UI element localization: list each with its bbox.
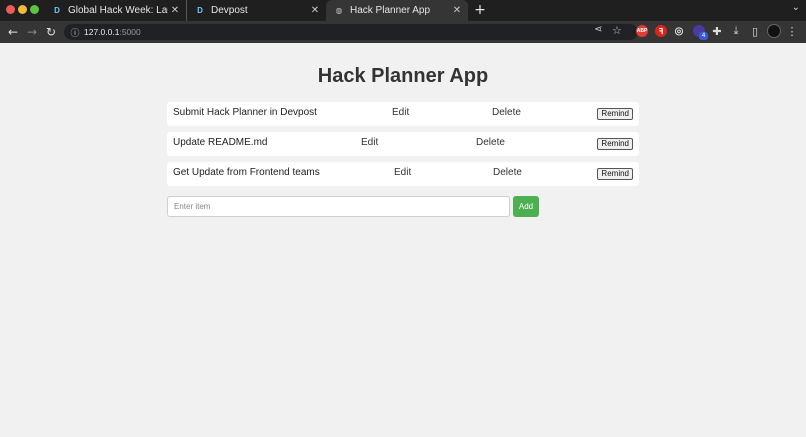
window-maximize-button[interactable] (30, 5, 39, 14)
share-icon[interactable]: ⋖ (594, 24, 606, 38)
extension-badge: 4 (699, 32, 708, 40)
pdf-extension-icon[interactable]: ꟻ (655, 25, 667, 37)
list-item: Update README.md Edit Delete Remind (167, 132, 639, 156)
tab-global-hack-week[interactable]: D Global Hack Week: Launch ✕ (44, 0, 186, 21)
glasses-extension-icon[interactable]: ◎ (673, 25, 685, 37)
item-text: Update README.md (173, 137, 268, 148)
browser-toolbar: ← → ↻ ⓘ 127.0.0.1:5000 (0, 21, 806, 43)
site-info-icon[interactable]: ⓘ (69, 26, 81, 39)
close-tab-icon[interactable]: ✕ (308, 4, 322, 18)
delete-button[interactable]: Delete (493, 167, 522, 178)
more-menu-icon[interactable]: ⋮ (785, 24, 799, 38)
window-close-button[interactable] (6, 5, 15, 14)
remind-button[interactable]: Remind (597, 108, 633, 120)
devpost-favicon-icon: D (54, 6, 60, 15)
address-bar[interactable]: ⓘ 127.0.0.1:5000 (64, 24, 638, 40)
chevron-down-icon[interactable]: ⌄ (792, 2, 800, 13)
add-button[interactable]: Add (513, 196, 539, 217)
devpost-favicon-icon: D (197, 6, 203, 15)
url-text: 127.0.0.1:5000 (84, 26, 141, 38)
list-item: Get Update from Frontend teams Edit Dele… (167, 162, 639, 186)
new-tab-button[interactable]: + (472, 2, 488, 18)
tab-title: Hack Planner App (350, 5, 431, 16)
tab-hack-planner-app[interactable]: ◍ Hack Planner App ✕ (326, 0, 468, 21)
edit-button[interactable]: Edit (361, 137, 378, 148)
item-text: Submit Hack Planner in Devpost (173, 107, 317, 118)
window-minimize-button[interactable] (18, 5, 27, 14)
remind-button[interactable]: Remind (597, 138, 633, 150)
url-port: :5000 (119, 27, 141, 37)
delete-button[interactable]: Delete (492, 107, 521, 118)
item-text: Get Update from Frontend teams (173, 167, 320, 178)
adblock-extension-icon[interactable]: ABP (636, 25, 648, 37)
tab-title: Global Hack Week: Launch (68, 5, 168, 16)
delete-button[interactable]: Delete (476, 137, 505, 148)
browser-tab-strip: D Global Hack Week: Launch ✕ D Devpost ✕… (0, 0, 806, 21)
reload-icon[interactable]: ↻ (43, 24, 59, 40)
bookmark-star-icon[interactable]: ☆ (612, 24, 624, 38)
profile-avatar[interactable] (767, 24, 781, 38)
back-arrow-icon[interactable]: ← (5, 24, 21, 40)
edit-button[interactable]: Edit (394, 167, 411, 178)
page-content: Hack Planner App Submit Hack Planner in … (0, 43, 806, 437)
tab-devpost[interactable]: D Devpost ✕ (186, 0, 326, 21)
extensions-puzzle-icon[interactable]: ✚ (710, 24, 724, 38)
close-tab-icon[interactable]: ✕ (168, 4, 182, 18)
close-tab-icon[interactable]: ✕ (450, 4, 464, 18)
add-item-input[interactable] (167, 196, 510, 217)
edit-button[interactable]: Edit (392, 107, 409, 118)
url-host: 127.0.0.1 (84, 27, 120, 37)
globe-icon: ◍ (335, 6, 343, 15)
tab-title: Devpost (211, 5, 248, 16)
remind-button[interactable]: Remind (597, 168, 633, 180)
forward-arrow-icon[interactable]: → (24, 24, 40, 40)
page-title: Hack Planner App (317, 65, 489, 87)
side-panel-icon[interactable]: ▯ (748, 24, 762, 38)
download-icon[interactable]: ⤓ (729, 24, 743, 38)
list-item: Submit Hack Planner in Devpost Edit Dele… (167, 102, 639, 126)
